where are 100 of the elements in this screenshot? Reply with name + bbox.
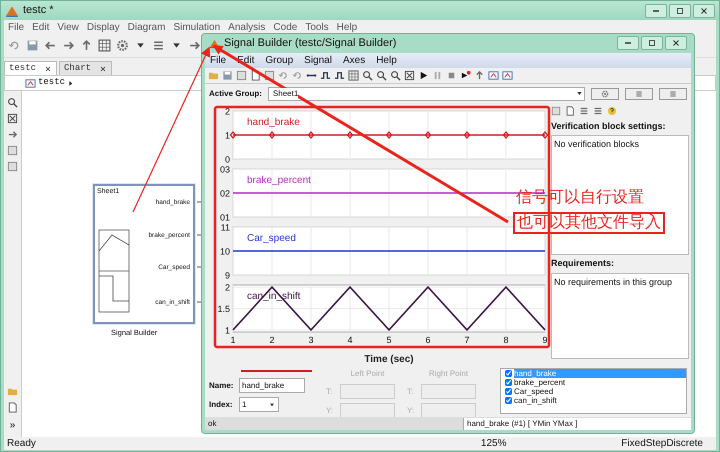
gear-icon[interactable]: [116, 39, 129, 52]
annotation-text: 也可以其他文件导入: [513, 212, 665, 234]
forward-icon[interactable]: [62, 39, 75, 52]
menu-item[interactable]: File: [4, 20, 28, 34]
menu-item[interactable]: Help: [371, 52, 403, 68]
zoom-icon[interactable]: [7, 97, 18, 108]
toolbar-button[interactable]: [625, 88, 653, 100]
name-field[interactable]: hand_brake: [239, 378, 305, 394]
close-icon[interactable]: [99, 64, 108, 72]
zoom-icon[interactable]: [390, 70, 401, 81]
input-field: [340, 384, 395, 400]
panel-text: No requirements in this group: [554, 276, 674, 289]
grid-icon[interactable]: [348, 70, 359, 81]
tick-label: 11: [220, 222, 230, 232]
model-icon: [25, 78, 36, 88]
app-icon: [5, 4, 19, 18]
close-button[interactable]: [665, 36, 687, 50]
forward-icon[interactable]: [188, 39, 201, 52]
gear-icon: [601, 90, 609, 98]
tick-label: 1: [224, 130, 230, 140]
tick-label: 7: [464, 334, 470, 345]
index-dropdown[interactable]: 1: [239, 397, 279, 412]
arrows-icon[interactable]: [7, 129, 18, 140]
list-icon[interactable]: [152, 39, 165, 52]
checkbox[interactable]: [505, 397, 512, 404]
menu-item[interactable]: Axes: [338, 52, 372, 68]
undo-icon[interactable]: [278, 70, 289, 81]
document-icon[interactable]: [7, 402, 18, 413]
menu-item[interactable]: Analysis: [224, 20, 270, 34]
tick-label: 4: [348, 334, 352, 345]
up-icon[interactable]: [474, 70, 485, 81]
menu-item[interactable]: Help: [332, 20, 362, 34]
toolbar-button[interactable]: [659, 88, 687, 100]
field-label: T:: [407, 386, 414, 398]
list-item[interactable]: can_in_shift: [514, 396, 686, 406]
close-icon[interactable]: [44, 64, 52, 72]
save-icon[interactable]: [222, 70, 233, 81]
point-heading: Right Point: [428, 368, 470, 380]
point-heading: Left Point: [350, 368, 386, 380]
menu-item[interactable]: Display: [82, 20, 124, 34]
tick-label: 10: [220, 246, 230, 256]
menu-item[interactable]: File: [205, 52, 232, 68]
app-icon: [209, 38, 220, 49]
tab[interactable]: Chart: [59, 61, 112, 75]
fit-icon[interactable]: [404, 70, 415, 81]
window-title: Signal Builder (testc/Signal Builder): [224, 36, 396, 52]
document-icon[interactable]: [565, 106, 575, 116]
list-icon: [669, 90, 677, 98]
step-icon[interactable]: [320, 70, 331, 81]
grid-icon[interactable]: [98, 39, 111, 52]
tick-label: 1: [230, 334, 236, 345]
tab[interactable]: testc: [4, 61, 58, 75]
checkbox[interactable]: [505, 370, 512, 378]
tick-label: 1.5: [217, 304, 230, 314]
menu-item[interactable]: Diagram: [124, 20, 170, 34]
zoom-icon[interactable]: [376, 70, 387, 81]
tick-label: 2: [224, 282, 230, 292]
menu-item[interactable]: Simulation: [169, 20, 224, 34]
list-icon[interactable]: [593, 106, 603, 116]
zoom-icon[interactable]: [362, 70, 373, 81]
tick-label: 1: [224, 325, 230, 336]
undo-icon[interactable]: [8, 39, 21, 52]
back-icon[interactable]: [44, 39, 57, 52]
tick-label: 9: [542, 334, 548, 345]
checkbox[interactable]: [505, 379, 512, 386]
menu-item[interactable]: Signal: [299, 52, 338, 68]
input-field: [421, 384, 476, 400]
group-dropdown[interactable]: Sheet1: [268, 86, 585, 101]
list-icon: [635, 90, 643, 98]
menu-item[interactable]: Group: [260, 52, 300, 68]
breadcrumb-link[interactable]: testc: [38, 76, 66, 90]
menu-item[interactable]: Code: [269, 20, 302, 34]
fit-icon[interactable]: [7, 113, 18, 124]
status-text: Ready: [7, 437, 36, 451]
settings-button[interactable]: [591, 88, 619, 100]
up-icon[interactable]: [80, 39, 93, 52]
menu-item[interactable]: View: [53, 20, 83, 34]
minimize-button[interactable]: [617, 36, 639, 50]
record-icon[interactable]: [460, 70, 471, 81]
close-button[interactable]: [693, 4, 715, 18]
caret-icon: [268, 400, 276, 409]
checkbox[interactable]: [505, 388, 512, 396]
tree-icon[interactable]: [579, 106, 589, 116]
play-icon[interactable]: [418, 70, 429, 81]
more-button[interactable]: »: [10, 418, 16, 433]
maximize-icon: [647, 38, 657, 48]
field-label: T:: [326, 386, 334, 398]
save-icon[interactable]: [26, 39, 39, 52]
point-markers[interactable]: [230, 130, 548, 139]
maximize-button[interactable]: [669, 4, 691, 18]
list-item[interactable]: brake_percent: [514, 378, 686, 388]
list-item[interactable]: Car_speed: [514, 387, 686, 396]
pulse-icon[interactable]: [334, 70, 345, 81]
menu-item[interactable]: Tools: [301, 20, 333, 34]
help-icon[interactable]: [607, 106, 617, 116]
triangle-icon[interactable]: [67, 80, 74, 86]
maximize-button[interactable]: [641, 36, 663, 50]
minimize-icon: [653, 10, 659, 12]
minimize-button[interactable]: [645, 4, 667, 18]
menu-item[interactable]: Edit: [28, 20, 54, 34]
